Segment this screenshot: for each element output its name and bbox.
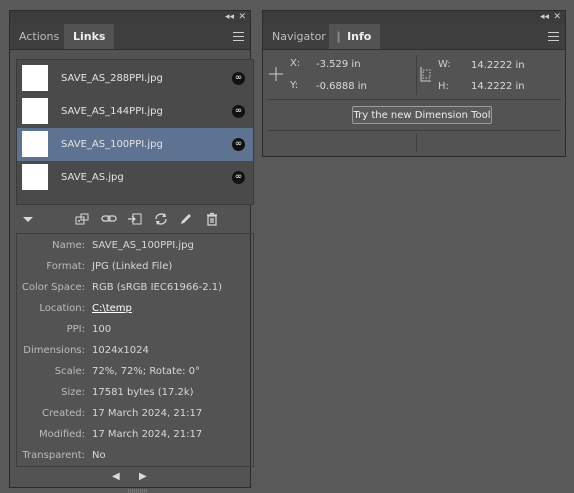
relink-from-cc-icon[interactable] [74,211,90,227]
linked-chain-icon: ∞ [232,171,245,184]
x-label: X: [290,58,301,69]
location-link[interactable]: C:\temp [92,299,132,319]
next-link-icon[interactable]: ▶ [139,471,147,482]
link-thumbnail [22,98,48,124]
panel-title-bar[interactable]: ◂◂ ✕ [10,11,250,24]
info-label: Created: [42,408,85,419]
info-row-name: Name: SAVE_AS_100PPI.jpg [17,236,253,256]
info-panel: ◂◂ ✕ Navigator ❙ Info X: -3.529 in Y: -0… [262,10,566,157]
try-dimension-tool-button[interactable]: Try the new Dimension Tool [352,106,492,124]
info-row-scale: Scale: 72%, 72%; Rotate: 0° [17,362,253,382]
linked-chain-icon: ∞ [232,138,245,151]
info-row-format: Format: JPG (Linked File) [17,257,253,277]
info-label: Color Space: [21,282,85,293]
h-label: H: [438,81,449,92]
info-value: RGB (sRGB IEC61966-2.1) [92,282,223,293]
tab-navigator[interactable]: Navigator [263,24,335,49]
y-value: -0.6888 in [316,81,367,92]
list-item[interactable]: SAVE_AS_144PPI.jpg ∞ [17,95,253,128]
info-column-separator [416,55,417,95]
links-tab-row: Actions Links [10,24,250,50]
tab-info[interactable]: ❙ Info [329,24,381,49]
x-value: -3.529 in [316,59,361,70]
info-label: Scale: [54,366,85,377]
info-row-color-space: Color Space: RGB (sRGB IEC61966-2.1) [17,278,253,298]
collapse-panels-icon[interactable]: ◂◂ [225,11,234,24]
linked-chain-icon: ∞ [232,72,245,85]
w-value: 14.2222 in [471,60,525,71]
link-thumbnail [22,164,48,190]
info-tab-label: Info [347,30,372,43]
list-item[interactable]: SAVE_AS_288PPI.jpg ∞ [17,62,253,95]
selection-size-icon [420,67,431,82]
info-tab-row: Navigator ❙ Info [263,24,565,50]
info-label: Name: [52,240,85,251]
previous-link-icon[interactable]: ◀ [112,471,120,482]
collapse-panels-icon[interactable]: ◂◂ [540,11,549,24]
link-info-area: Name: SAVE_AS_100PPI.jpg Format: JPG (Li… [16,233,254,467]
info-tab-separator: ❙ [334,30,344,43]
info-value: 100 [92,324,112,335]
linked-chain-icon: ∞ [232,105,245,118]
info-label: Location: [39,303,85,314]
go-to-link-icon[interactable] [127,211,143,227]
info-row-size: Size: 17581 bytes (17.2k) [17,383,253,403]
info-row-separator [267,130,561,131]
edit-original-icon[interactable] [178,211,194,227]
panel-title-bar[interactable]: ◂◂ ✕ [263,11,565,24]
tab-links[interactable]: Links [64,24,115,49]
info-label: Format: [46,261,85,272]
link-thumbnail [22,65,48,91]
relink-icon[interactable] [101,211,117,227]
link-filename: SAVE_AS_144PPI.jpg [61,106,163,117]
resize-grip[interactable] [128,489,148,493]
disclosure-triangle-icon[interactable] [20,211,36,227]
info-value: 1024x1024 [92,345,149,356]
panel-menu-icon[interactable] [548,32,559,41]
info-value: 17 March 2024, 21:17 [92,408,203,419]
info-label: Size: [61,387,85,398]
list-item[interactable]: SAVE_AS.jpg ∞ [17,161,253,194]
info-label: Dimensions: [23,345,85,356]
info-value: JPG (Linked File) [92,261,173,272]
delete-icon[interactable] [204,211,220,227]
info-label: Transparent: [22,450,85,461]
link-filename: SAVE_AS.jpg [61,172,124,183]
info-value: No [92,450,106,461]
info-value: SAVE_AS_100PPI.jpg [92,240,194,251]
link-filename: SAVE_AS_100PPI.jpg [61,139,163,150]
close-icon[interactable]: ✕ [553,11,561,24]
links-list: SAVE_AS_288PPI.jpg ∞ SAVE_AS_144PPI.jpg … [16,59,254,205]
info-label: Modified: [38,429,85,440]
panel-menu-icon[interactable] [233,32,244,41]
h-value: 14.2222 in [471,81,525,92]
info-row-location: Location: C:\temp [17,299,253,319]
w-label: W: [438,59,451,70]
info-label: PPI: [66,324,85,335]
list-item-selected[interactable]: SAVE_AS_100PPI.jpg ∞ [17,128,253,161]
link-thumbnail [22,131,48,157]
update-link-icon[interactable] [153,211,169,227]
link-filename: SAVE_AS_288PPI.jpg [61,73,163,84]
tab-actions[interactable]: Actions [10,24,68,49]
info-value: 17 March 2024, 21:17 [92,429,203,440]
info-row-created: Created: 17 March 2024, 21:17 [17,404,253,424]
info-row-separator [267,99,561,100]
info-value: 17581 bytes (17.2k) [92,387,194,398]
info-row-transparent: Transparent: No [17,446,253,466]
close-icon[interactable]: ✕ [238,11,246,24]
info-row-ppi: PPI: 100 [17,320,253,340]
info-row-dimensions: Dimensions: 1024x1024 [17,341,253,361]
info-column-separator [416,134,417,152]
links-toolbar [10,208,252,230]
links-panel: ◂◂ ✕ Actions Links SAVE_AS_288PPI.jpg ∞ … [9,10,254,493]
info-value: 72%, 72%; Rotate: 0° [92,366,201,377]
crosshair-icon [269,67,283,81]
info-row-modified: Modified: 17 March 2024, 21:17 [17,425,253,445]
y-label: Y: [290,80,299,91]
